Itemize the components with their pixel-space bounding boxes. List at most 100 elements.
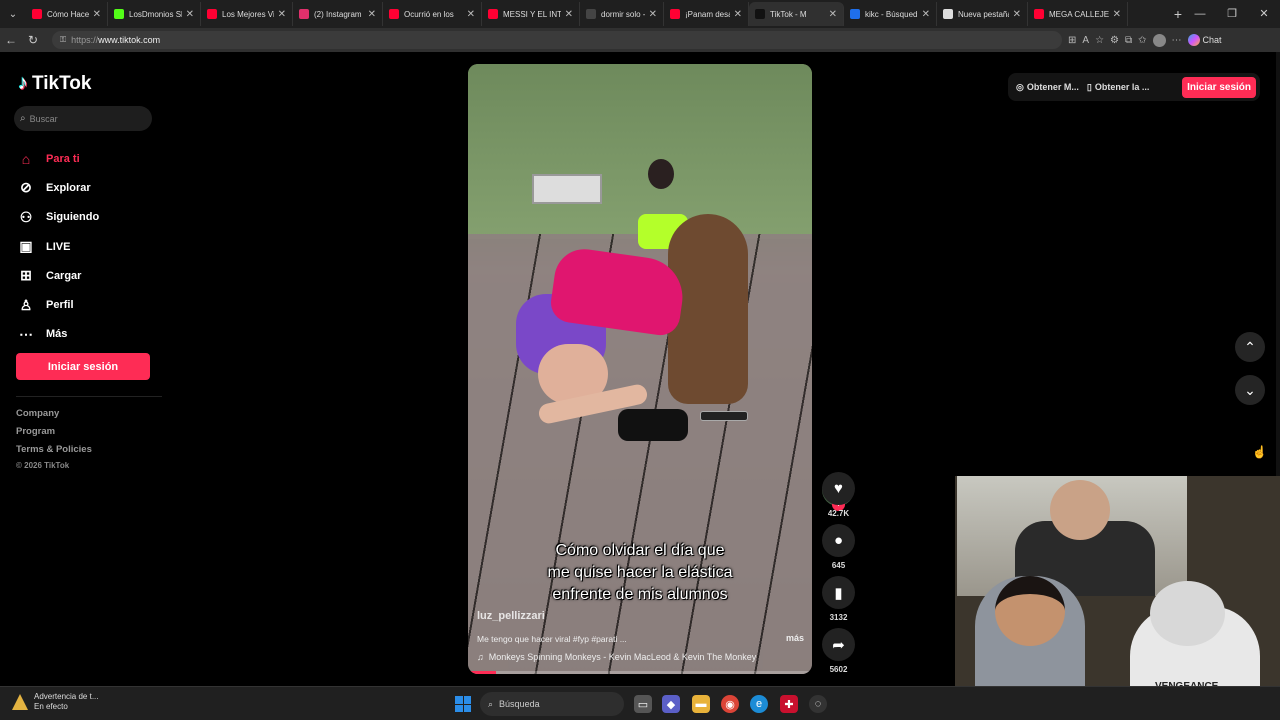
close-tab-icon[interactable]: ✕ xyxy=(829,9,837,20)
browser-tab[interactable]: Los Mejores Vi ✕ xyxy=(201,2,293,26)
collections-icon[interactable]: ⧉ xyxy=(1125,35,1132,46)
topbar-signin-button[interactable]: Iniciar sesión xyxy=(1182,76,1256,98)
favorites-icon[interactable]: ✩ xyxy=(1138,35,1146,46)
tab-favicon-icon xyxy=(850,9,860,19)
browser-tab[interactable]: Ocurrió en los ✕ xyxy=(383,2,482,26)
next-video-button[interactable]: ⌄ xyxy=(1235,375,1265,405)
browser-tab[interactable]: LosDmonios Sh ✕ xyxy=(108,2,201,26)
tiktok-note-icon: ♪ xyxy=(18,72,28,94)
teams-icon[interactable]: ◆ xyxy=(662,695,680,713)
sidebar-item-explorar[interactable]: ⊘ Explorar xyxy=(18,173,158,202)
browser-tab[interactable]: Nueva pestaña ✕ xyxy=(937,2,1028,26)
video-scene-vent xyxy=(532,174,602,204)
chat-label: Chat xyxy=(1202,35,1222,45)
browser-tab[interactable]: ¡Panam desat ✕ xyxy=(664,2,749,26)
sidebar-item-siguiendo[interactable]: ⚇ Siguiendo xyxy=(18,203,158,232)
previous-video-button[interactable]: ⌃ xyxy=(1235,332,1265,362)
tab-favicon-icon xyxy=(943,9,953,19)
tab-title: MESSI Y EL INT xyxy=(503,9,561,19)
restore-button[interactable]: ❐ xyxy=(1216,0,1248,28)
close-tab-icon[interactable]: ✕ xyxy=(1113,9,1121,20)
close-tab-icon[interactable]: ✕ xyxy=(565,9,573,20)
favorite-star-icon[interactable]: ☆ xyxy=(1095,35,1104,46)
footer-link-terms[interactable]: Terms & Policies xyxy=(16,444,92,455)
tab-title: Cómo Hacer Sl xyxy=(47,9,89,19)
close-tab-icon[interactable]: ✕ xyxy=(734,9,742,20)
sidebar-item-mas[interactable]: ⋯ Más xyxy=(18,320,158,349)
like-button[interactable]: ♥ xyxy=(822,472,855,505)
close-tab-icon[interactable]: ✕ xyxy=(1013,9,1021,20)
chrome-icon[interactable]: ◉ xyxy=(721,695,739,713)
search-box[interactable]: ⌕ Buscar xyxy=(14,106,152,131)
browser-tab[interactable]: (2) Instagram ✕ xyxy=(293,2,383,26)
close-tab-icon[interactable]: ✕ xyxy=(649,9,657,20)
video-player[interactable]: Cómo olvidar el día que me quise hacer l… xyxy=(468,64,812,674)
browser-tab[interactable]: TikTok - M ✕ xyxy=(749,2,844,26)
video-progress-bar[interactable] xyxy=(468,671,812,674)
refresh-button[interactable]: ↻ xyxy=(22,33,44,47)
sidebar-item-para-ti[interactable]: ⌂ Para ti xyxy=(18,144,158,173)
translate-icon[interactable]: A xyxy=(1082,35,1089,46)
warning-status: En efecto xyxy=(34,702,68,711)
video-more-link[interactable]: más xyxy=(786,633,804,643)
tab-actions-menu[interactable]: ⌄ xyxy=(0,0,26,28)
tab-title: (2) Instagram xyxy=(314,9,362,19)
browser-tab[interactable]: dormir solo - B ✕ xyxy=(580,2,664,26)
close-tab-icon[interactable]: ✕ xyxy=(186,9,194,20)
sidebar-item-perfil[interactable]: ♙ Perfil xyxy=(18,290,158,319)
copilot-icon xyxy=(1187,34,1200,46)
red-app-icon[interactable]: ✚ xyxy=(780,695,798,713)
browser-tab[interactable]: kikc - Búsqued ✕ xyxy=(844,2,937,26)
warning-icon xyxy=(12,694,28,710)
share-button[interactable]: ➦ xyxy=(822,628,855,661)
sidebar-item-label: Explorar xyxy=(46,181,91,194)
close-window-button[interactable]: ✕ xyxy=(1248,0,1280,28)
brand-name: TikTok xyxy=(32,72,92,94)
comment-button[interactable]: ● xyxy=(822,524,855,557)
music-note-icon: ♫ xyxy=(477,652,484,662)
sidebar-login-button[interactable]: Iniciar sesión xyxy=(16,353,150,380)
taskbar-search[interactable]: ⌕ Búsqueda xyxy=(480,692,624,716)
tiktok-logo[interactable]: ♪ TikTok xyxy=(18,72,91,95)
extensions-icon[interactable]: ⚙ xyxy=(1110,35,1119,46)
save-button[interactable]: ▮ xyxy=(822,576,855,609)
close-tab-icon[interactable]: ✕ xyxy=(922,9,930,20)
browser-tab[interactable]: MESSI Y EL INT ✕ xyxy=(482,2,580,26)
close-tab-icon[interactable]: ✕ xyxy=(368,9,376,20)
edge-icon[interactable]: e xyxy=(750,695,768,713)
lock-icon: ⚿ xyxy=(60,35,67,44)
task-view-icon[interactable]: ▭ xyxy=(634,695,652,713)
share-arrow-icon: ➦ xyxy=(832,636,845,654)
start-button[interactable] xyxy=(455,696,471,712)
sidebar-item-cargar[interactable]: ⊞ Cargar xyxy=(18,261,158,290)
close-tab-icon[interactable]: ✕ xyxy=(93,9,101,20)
file-explorer-icon[interactable]: ▬ xyxy=(692,695,710,713)
copilot-chat-button[interactable]: Chat xyxy=(1187,34,1222,46)
obs-icon[interactable]: ◌ xyxy=(809,695,827,713)
get-app-label: Obtener la ... xyxy=(1094,82,1150,92)
profile-icon: ♙ xyxy=(19,296,33,313)
url-field[interactable]: ⚿ https://www.tiktok.com xyxy=(52,31,1062,49)
tab-favicon-icon xyxy=(207,9,217,19)
weather-warning-widget[interactable]: Advertencia de t... En efecto xyxy=(12,692,98,712)
settings-more-icon[interactable]: ⋯ xyxy=(1172,35,1182,46)
tab-favicon-icon xyxy=(586,9,596,19)
video-author[interactable]: luz_pellizzari xyxy=(477,610,545,622)
video-music[interactable]: ♫ Monkeys Spinning Monkeys - Kevin MacLe… xyxy=(477,652,756,662)
chevron-up-icon: ⌃ xyxy=(1244,338,1256,355)
profile-avatar-icon[interactable] xyxy=(1152,33,1166,47)
sidebar-item-label: LIVE xyxy=(46,240,71,253)
close-tab-icon[interactable]: ✕ xyxy=(278,9,286,20)
get-coins-button[interactable]: ◎ Obtener M... xyxy=(1016,82,1079,93)
minimize-button[interactable]: — xyxy=(1184,0,1216,28)
browser-tab[interactable]: MEGA CALLEJE ✕ xyxy=(1028,2,1128,26)
app-icon[interactable]: ⊞ xyxy=(1068,35,1076,46)
back-button[interactable]: ← xyxy=(0,33,22,47)
get-app-button[interactable]: ▯ Obtener la ... xyxy=(1087,82,1149,93)
browser-tab[interactable]: Cómo Hacer Sl ✕ xyxy=(26,2,108,26)
footer-link-program[interactable]: Program xyxy=(16,426,55,437)
tab-favicon-icon xyxy=(299,9,309,19)
sidebar-item-live[interactable]: ▣ LIVE xyxy=(18,232,158,261)
close-tab-icon[interactable]: ✕ xyxy=(467,9,475,20)
footer-link-company[interactable]: Company xyxy=(16,408,59,419)
